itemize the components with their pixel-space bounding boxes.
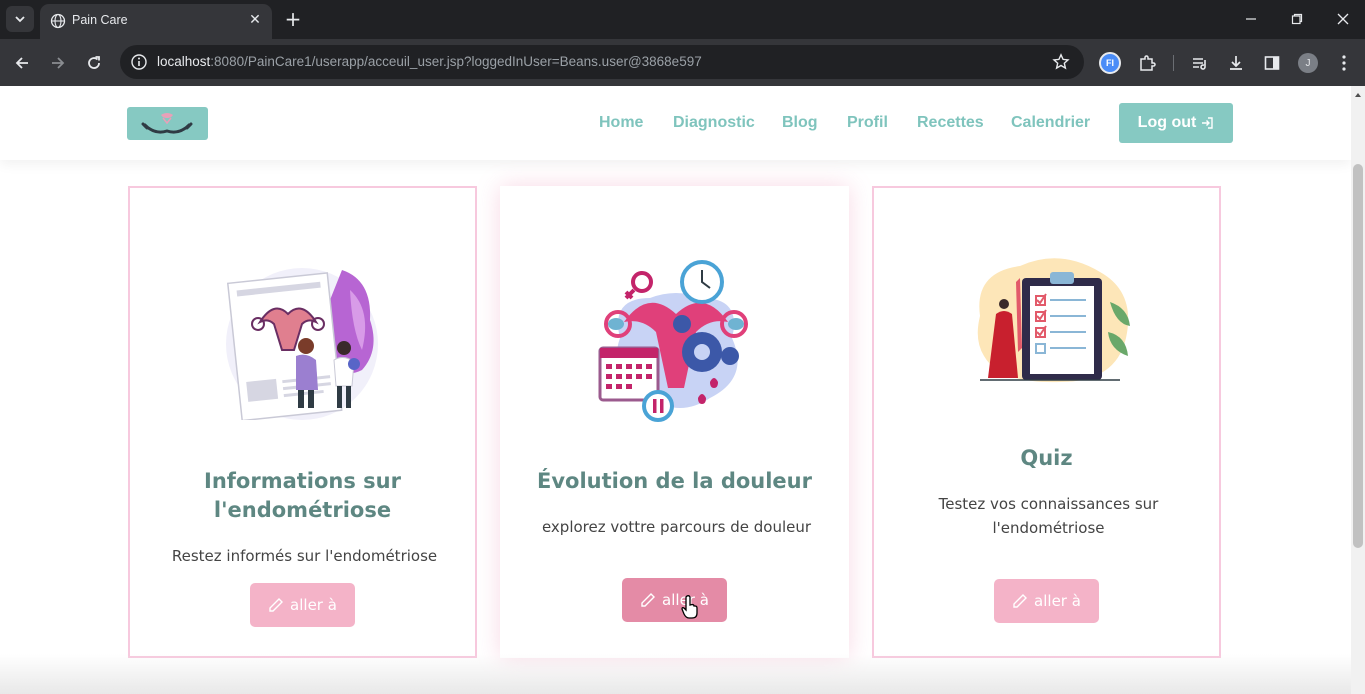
extensions-puzzle-icon[interactable]: [1135, 51, 1159, 75]
chevron-down-icon: [15, 16, 25, 23]
extension-fi-icon[interactable]: FI: [1098, 51, 1122, 75]
site-logo[interactable]: [127, 107, 208, 140]
card-description: explorez vottre parcours de douleur: [541, 518, 812, 536]
nav-link-profil[interactable]: Profil: [847, 114, 888, 132]
logout-label: Log out: [1137, 114, 1197, 131]
browser-tab[interactable]: Pain Care ✕: [40, 4, 272, 39]
restore-icon[interactable]: [1283, 6, 1311, 32]
browser-toolbar: localhost:8080/PainCare1/userapp/acceuil…: [0, 39, 1365, 86]
close-window-icon[interactable]: [1329, 6, 1357, 32]
new-tab-icon[interactable]: +: [282, 8, 304, 30]
page-scrollbar[interactable]: [1351, 86, 1365, 694]
card-pain-evolution: Évolution de la douleur explorez vottre …: [500, 186, 849, 658]
page-bottom-shadow: [0, 654, 1351, 694]
hand-pointer-cursor-icon: [681, 595, 698, 619]
card-endometriose-info: Informations sur l'endométriose Restez i…: [128, 186, 477, 658]
card-quiz: Quiz Testez vos connaissances sur l'endo…: [872, 186, 1221, 658]
scrollbar-thumb[interactable]: [1353, 164, 1363, 548]
profile-avatar[interactable]: J: [1296, 51, 1320, 75]
pencil-icon: [1013, 594, 1028, 608]
download-icon[interactable]: [1224, 51, 1248, 75]
back-icon[interactable]: [10, 51, 34, 75]
aller-a-button[interactable]: aller à: [994, 579, 1099, 623]
pencil-icon: [269, 598, 284, 612]
site-navbar: Home Diagnostic Blog Profil Recettes Cal…: [0, 86, 1351, 160]
aller-a-button[interactable]: aller à: [622, 578, 727, 622]
globe-icon: [50, 13, 66, 29]
tab-search-button[interactable]: [6, 6, 34, 32]
quiz-clipboard-illustration: [977, 258, 1130, 383]
reload-icon[interactable]: [82, 51, 106, 75]
close-tab-icon[interactable]: ✕: [246, 11, 264, 29]
doctor-uterus-illustration: [226, 268, 378, 420]
media-controls-icon[interactable]: [1188, 51, 1212, 75]
minimize-icon[interactable]: [1237, 6, 1265, 32]
logout-button[interactable]: Log out: [1119, 103, 1233, 143]
pencil-icon: [641, 593, 656, 607]
bookmark-star-icon[interactable]: [1052, 53, 1070, 71]
page-viewport: Home Diagnostic Blog Profil Recettes Cal…: [0, 86, 1351, 694]
nav-link-recettes[interactable]: Recettes: [917, 114, 984, 132]
forward-icon[interactable]: [46, 51, 70, 75]
nav-link-blog[interactable]: Blog: [782, 114, 818, 132]
scroll-up-arrow-icon[interactable]: [1351, 90, 1365, 100]
browser-tab-bar: Pain Care ✕ +: [0, 0, 1365, 39]
card-title: Informations sur l'endométriose: [204, 469, 401, 522]
hands-uterus-logo-icon: [141, 113, 193, 134]
aller-a-button[interactable]: aller à: [250, 583, 355, 627]
nav-link-calendrier[interactable]: Calendrier: [1011, 114, 1090, 132]
menu-kebab-icon[interactable]: [1332, 51, 1356, 75]
card-description: Restez informés sur l'endométriose: [171, 547, 438, 565]
sign-in-icon: [1202, 117, 1214, 129]
nav-link-diagnostic[interactable]: Diagnostic: [673, 114, 755, 132]
url-text: localhost:8080/PainCare1/userapp/acceuil…: [157, 54, 702, 69]
tab-title: Pain Care: [72, 13, 128, 27]
card-title: Évolution de la douleur: [537, 469, 812, 493]
nav-link-home[interactable]: Home: [599, 114, 643, 132]
address-bar[interactable]: localhost:8080/PainCare1/userapp/acceuil…: [120, 45, 1084, 79]
card-description: Testez vos connaissances sur l'endométri…: [938, 495, 1159, 537]
uterus-pain-tracking-illustration: [598, 260, 748, 422]
info-icon[interactable]: [130, 53, 148, 71]
card-title: Quiz: [1020, 446, 1073, 470]
side-panel-icon[interactable]: [1260, 51, 1284, 75]
toolbar-divider: [1173, 55, 1174, 71]
